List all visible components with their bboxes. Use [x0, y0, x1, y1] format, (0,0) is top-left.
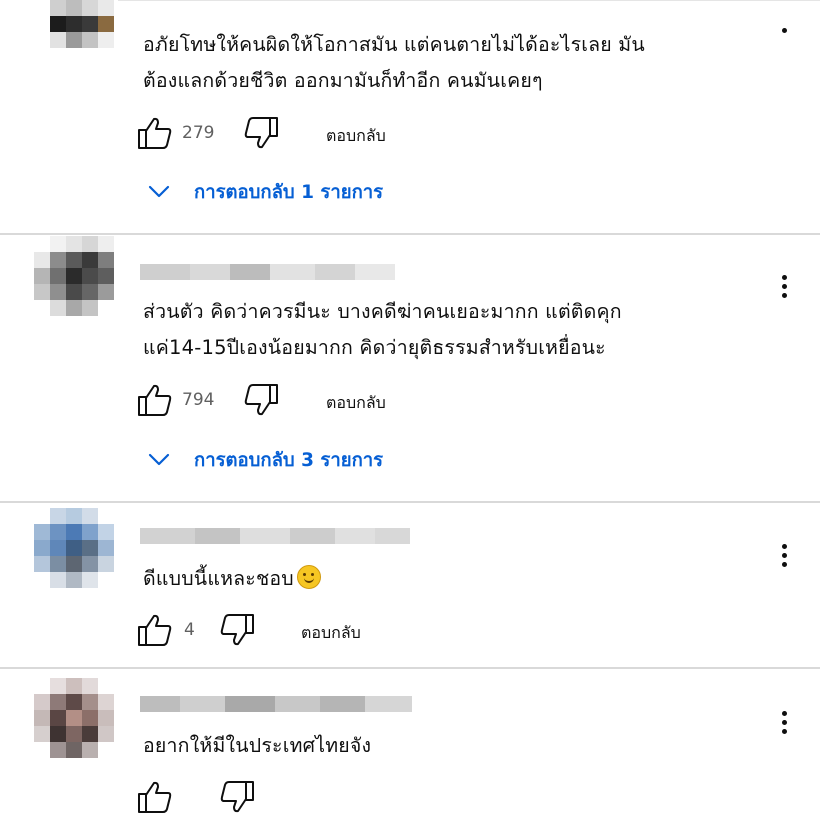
comment-actions: 4 ตอบกลับ [136, 613, 466, 647]
comment-text-line: ส่วนตัว คิดว่าควรมีนะ บางคดีฆ่าคนเยอะมาก… [143, 300, 622, 323]
comment-text: ดีแบบนี้แหละชอบ [143, 561, 321, 597]
comment-text: อยากให้มีในประเทศไทยจัง [143, 728, 371, 764]
more-vert-icon [782, 275, 787, 280]
more-vert-icon [782, 28, 787, 33]
thumbs-down-icon [220, 781, 254, 813]
separator [0, 233, 820, 235]
avatar[interactable] [34, 0, 116, 66]
top-divider [118, 0, 820, 1]
dislike-button[interactable] [220, 613, 256, 647]
dislike-button[interactable] [220, 780, 256, 814]
comment-actions: 794 ตอบกลับ [136, 383, 466, 417]
thumbs-down-icon [244, 384, 278, 416]
like-count: 279 [182, 123, 215, 143]
more-vert-icon [782, 544, 787, 549]
comment-text-line: อภัยโทษให้คนผิดให้โอกาสมัน แต่คนตายไม่ได… [143, 33, 645, 56]
comment-text-line: แค่14-15ปีเองน้อยมากก คิดว่ายุติธรรมสำหร… [143, 336, 606, 359]
like-button[interactable] [136, 613, 172, 647]
thumbs-up-icon [138, 614, 172, 646]
comment-text-line: อยากให้มีในประเทศไทยจัง [143, 734, 372, 757]
more-actions-button[interactable] [776, 707, 794, 741]
thumbs-up-icon [138, 384, 172, 416]
chevron-down-icon [148, 453, 170, 466]
comment-text-line: ดีแบบนี้แหละชอบ [143, 567, 294, 590]
like-button[interactable] [136, 780, 172, 814]
like-button[interactable] [136, 383, 172, 417]
comment-actions [136, 780, 466, 814]
thumbs-down-icon [220, 614, 254, 646]
replies-label: การตอบกลับ 1 รายการ [194, 182, 384, 203]
dislike-button[interactable] [244, 383, 280, 417]
smiling-face-emoji [296, 565, 321, 589]
avatar[interactable] [34, 508, 116, 590]
comment-text: อภัยโทษให้คนผิดให้โอกาสมัน แต่คนตายไม่ได… [143, 27, 645, 99]
thumbs-up-icon [138, 117, 172, 149]
reply-button[interactable]: ตอบกลับ [301, 621, 361, 646]
separator [0, 667, 820, 669]
comment-text-line: ต้องแลกด้วยชีวิต ออกมามันก็ทำอีก คนมันเค… [143, 69, 543, 92]
reply-button[interactable]: ตอบกลับ [326, 391, 386, 416]
thumbs-up-icon [138, 781, 172, 813]
avatar[interactable] [34, 678, 116, 760]
like-button[interactable] [136, 116, 172, 150]
thumbs-down-icon [244, 117, 278, 149]
more-vert-icon [782, 711, 787, 716]
more-actions-button[interactable] [776, 16, 794, 50]
more-actions-button[interactable] [776, 540, 794, 574]
replies-label: การตอบกลับ 3 รายการ [194, 450, 384, 471]
more-actions-button[interactable] [776, 271, 794, 305]
reply-button[interactable]: ตอบกลับ [326, 124, 386, 149]
chevron-down-icon [148, 185, 170, 198]
like-count: 4 [184, 620, 195, 640]
like-count: 794 [182, 390, 215, 410]
author-name-blurred[interactable] [140, 264, 395, 280]
comment-actions: 279 ตอบกลับ [136, 116, 466, 150]
separator [0, 501, 820, 503]
comment-text: ส่วนตัว คิดว่าควรมีนะ บางคดีฆ่าคนเยอะมาก… [143, 294, 622, 366]
avatar[interactable] [34, 236, 116, 318]
author-name-blurred[interactable] [140, 528, 410, 544]
author-name-blurred[interactable] [140, 696, 412, 712]
dislike-button[interactable] [244, 116, 280, 150]
